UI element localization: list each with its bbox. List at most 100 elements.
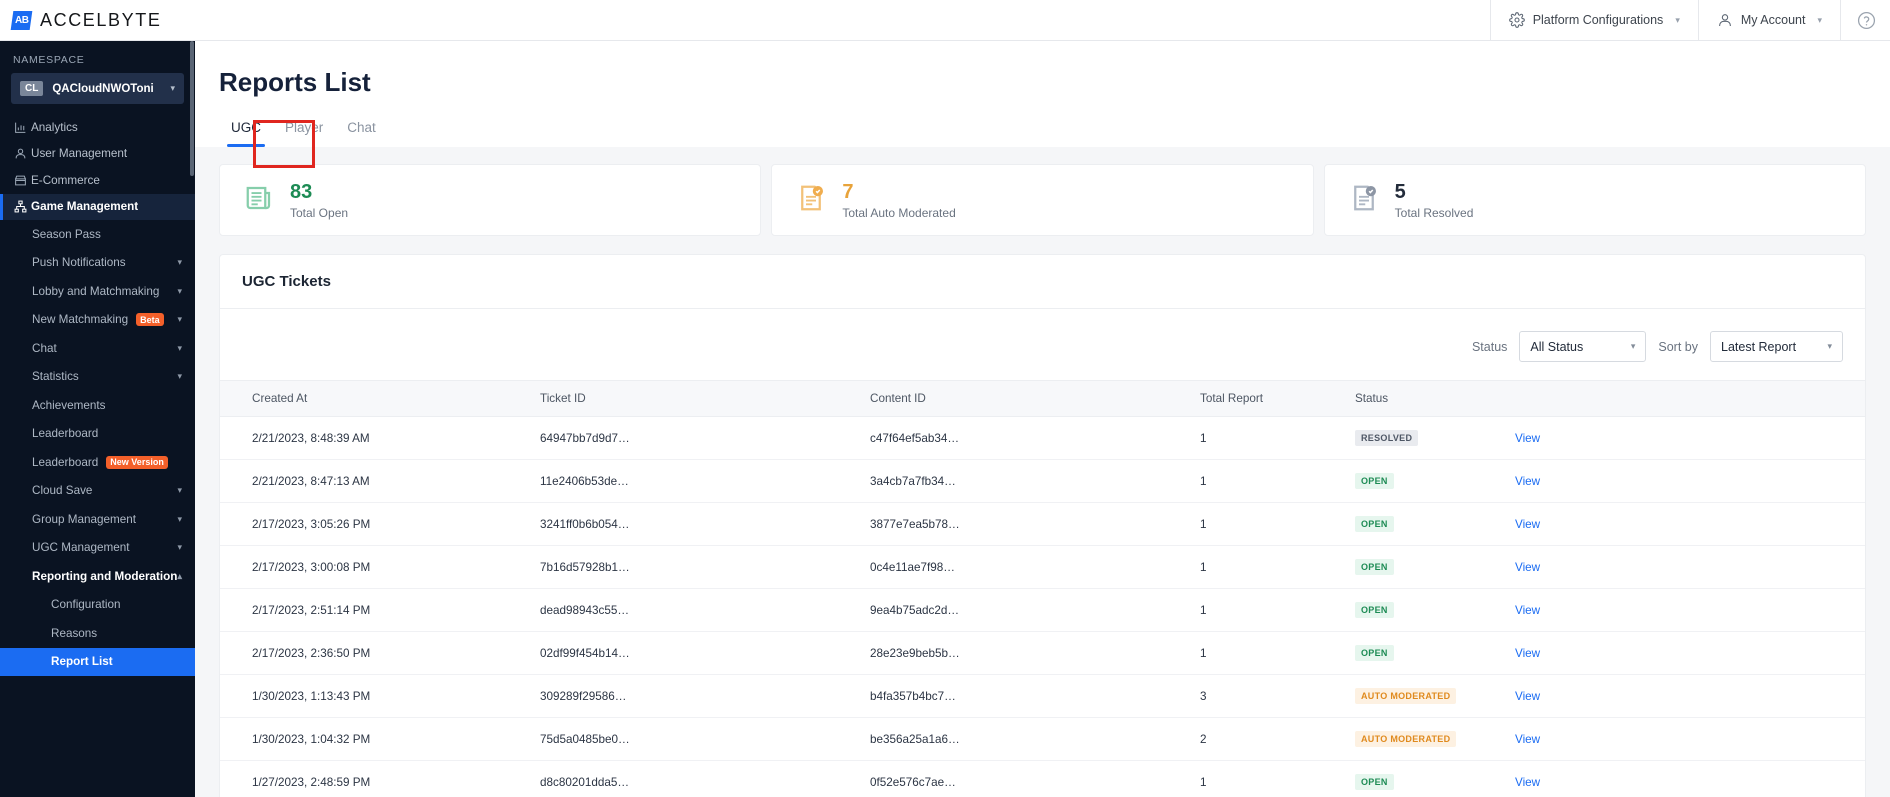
chevron-down-icon: ▾ bbox=[1827, 341, 1832, 351]
sidebar-item-label: Configuration bbox=[51, 598, 121, 612]
status-badge: OPEN bbox=[1355, 645, 1394, 661]
namespace-badge: CL bbox=[20, 81, 44, 96]
my-account-menu[interactable]: My Account ▾ bbox=[1697, 0, 1840, 41]
sidebar: NAMESPACE CL QACloudNWOToni ▾ Analytics … bbox=[0, 41, 195, 797]
view-link[interactable]: View bbox=[1515, 518, 1540, 531]
cell-total-report: 1 bbox=[1200, 502, 1355, 546]
sidebar-item-new-matchmaking[interactable]: New Matchmaking Beta ▾ bbox=[0, 306, 195, 335]
cell-ticket-id: d8c80201dda5… bbox=[540, 760, 870, 797]
sidebar-item-chat[interactable]: Chat ▾ bbox=[0, 334, 195, 363]
cell-action: View bbox=[1515, 416, 1865, 460]
cell-status: AUTO MODERATED bbox=[1355, 674, 1515, 718]
card-total-auto-moderated: 7 Total Auto Moderated bbox=[771, 164, 1314, 236]
user-icon bbox=[14, 147, 31, 160]
sidebar-item-configuration[interactable]: Configuration bbox=[0, 591, 195, 620]
cell-total-report: 1 bbox=[1200, 545, 1355, 589]
cell-status: OPEN bbox=[1355, 588, 1515, 632]
cell-status: OPEN bbox=[1355, 545, 1515, 589]
view-link[interactable]: View bbox=[1515, 647, 1540, 660]
status-badge: OPEN bbox=[1355, 774, 1394, 790]
status-filter-label: Status bbox=[1471, 339, 1508, 354]
sidebar-item-achievements[interactable]: Achievements bbox=[0, 391, 195, 420]
status-filter-value: All Status bbox=[1530, 339, 1584, 354]
tab-player[interactable]: Player bbox=[273, 120, 335, 147]
table-body: 2/21/2023, 8:48:39 AM 64947bb7d9d7… c47f64… bbox=[220, 416, 1865, 797]
sidebar-item-analytics[interactable]: Analytics bbox=[0, 114, 195, 141]
view-link[interactable]: View bbox=[1515, 432, 1540, 445]
status-badge: OPEN bbox=[1355, 602, 1394, 618]
status-badge: OPEN bbox=[1355, 559, 1394, 575]
sidebar-item-season-pass[interactable]: Season Pass bbox=[0, 220, 195, 249]
cell-action: View bbox=[1515, 717, 1865, 761]
top-header-bar: AB ACCELBYTE Platform Configurations ▾ M… bbox=[0, 0, 1890, 41]
sidebar-item-leaderboard[interactable]: Leaderboard bbox=[0, 420, 195, 449]
cell-ticket-id: 75d5a0485be0… bbox=[540, 717, 870, 761]
cell-content-id: c47f64ef5ab34… bbox=[870, 416, 1200, 460]
sidebar-item-e-commerce[interactable]: E-Commerce bbox=[0, 167, 195, 194]
sidebar-item-cloud-save[interactable]: Cloud Save ▾ bbox=[0, 477, 195, 506]
cell-total-report: 3 bbox=[1200, 674, 1355, 718]
view-link[interactable]: View bbox=[1515, 733, 1540, 746]
bar-chart-icon bbox=[14, 121, 31, 134]
cell-action: View bbox=[1515, 760, 1865, 797]
column-header-total-report[interactable]: Total Report bbox=[1200, 380, 1355, 417]
view-link[interactable]: View bbox=[1515, 690, 1540, 703]
card-total-resolved: 5 Total Resolved bbox=[1323, 164, 1866, 236]
ugc-tickets-table: Created At Ticket ID Content ID Total Re… bbox=[220, 380, 1865, 797]
sidebar-item-report-list[interactable]: Report List bbox=[0, 647, 195, 676]
column-header-status[interactable]: Status bbox=[1355, 380, 1515, 417]
sidebar-item-reasons[interactable]: Reasons bbox=[0, 619, 195, 648]
sidebar-item-lobby-and-matchmaking[interactable]: Lobby and Matchmaking ▾ bbox=[0, 277, 195, 306]
platform-configurations-menu[interactable]: Platform Configurations ▾ bbox=[1489, 0, 1698, 41]
brand-logo[interactable]: AB ACCELBYTE bbox=[0, 10, 161, 31]
sidebar-item-label: Reasons bbox=[51, 626, 98, 640]
chevron-down-icon: ▾ bbox=[1675, 14, 1680, 25]
sidebar-item-reporting-and-moderation[interactable]: Reporting and Moderation ▴ bbox=[0, 562, 195, 591]
view-link[interactable]: View bbox=[1515, 475, 1540, 488]
brand-name-text: ACCELBYTE bbox=[40, 9, 162, 30]
cell-total-report: 1 bbox=[1200, 459, 1355, 503]
sort-by-select[interactable]: Latest Report ▾ bbox=[1710, 331, 1843, 362]
column-header-content-id[interactable]: Content ID bbox=[870, 380, 1200, 417]
status-filter-select[interactable]: All Status ▾ bbox=[1519, 331, 1647, 362]
status-badge: AUTO MODERATED bbox=[1355, 688, 1457, 704]
chevron-down-icon: ▾ bbox=[177, 513, 182, 524]
column-header-created-at[interactable]: Created At bbox=[220, 380, 540, 417]
cell-created-at: 2/21/2023, 8:47:13 AM bbox=[220, 459, 540, 503]
view-link[interactable]: View bbox=[1515, 776, 1540, 789]
sidebar-item-label: Achievements bbox=[32, 398, 106, 412]
sidebar-item-label: Chat bbox=[32, 341, 57, 355]
accelbyte-logo-icon: AB bbox=[10, 10, 33, 30]
cell-ticket-id: 7b16d57928b1… bbox=[540, 545, 870, 589]
sidebar-item-label: Group Management bbox=[32, 512, 136, 526]
ugc-tickets-panel: UGC Tickets Status All Status ▾ Sort by … bbox=[219, 254, 1866, 797]
view-link[interactable]: View bbox=[1515, 561, 1540, 574]
sidebar-item-statistics[interactable]: Statistics ▾ bbox=[0, 363, 195, 392]
sidebar-item-game-management[interactable]: Game Management bbox=[0, 193, 195, 220]
view-link[interactable]: View bbox=[1515, 604, 1540, 617]
cell-created-at: 2/21/2023, 8:48:39 AM bbox=[220, 416, 540, 460]
card-label: Total Resolved bbox=[1394, 205, 1474, 220]
sidebar-item-group-management[interactable]: Group Management ▾ bbox=[0, 505, 195, 534]
cell-content-id: 3877e7ea5b78… bbox=[870, 502, 1200, 546]
table-row: 2/21/2023, 8:47:13 AM 11e2406b53de… 3a4cb7… bbox=[220, 459, 1865, 503]
tab-ugc[interactable]: UGC bbox=[219, 120, 273, 147]
document-check-icon bbox=[1349, 183, 1379, 218]
sidebar-item-user-management[interactable]: User Management bbox=[0, 141, 195, 168]
page-title: Reports List bbox=[219, 67, 371, 97]
sidebar-item-ugc-management[interactable]: UGC Management ▾ bbox=[0, 534, 195, 563]
namespace-selector[interactable]: CL QACloudNWOToni ▾ bbox=[11, 73, 184, 104]
cell-ticket-id: dead98943c55… bbox=[540, 588, 870, 632]
chevron-down-icon: ▾ bbox=[177, 257, 182, 268]
table-row: 2/17/2023, 2:36:50 PM 02df99f454b14… 28e23… bbox=[220, 631, 1865, 675]
column-header-ticket-id[interactable]: Ticket ID bbox=[540, 380, 870, 417]
help-button[interactable] bbox=[1840, 0, 1890, 41]
sidebar-item-push-notifications[interactable]: Push Notifications ▾ bbox=[0, 249, 195, 278]
tab-chat[interactable]: Chat bbox=[335, 120, 388, 147]
sidebar-item-leaderboard-new-version[interactable]: Leaderboard New Version bbox=[0, 448, 195, 477]
cell-action: View bbox=[1515, 459, 1865, 503]
cell-created-at: 2/17/2023, 3:00:08 PM bbox=[220, 545, 540, 589]
cell-action: View bbox=[1515, 588, 1865, 632]
table-row: 2/17/2023, 3:00:08 PM 7b16d57928b1… 0c4e11… bbox=[220, 545, 1865, 589]
cell-content-id: be356a25a1a6… bbox=[870, 717, 1200, 761]
